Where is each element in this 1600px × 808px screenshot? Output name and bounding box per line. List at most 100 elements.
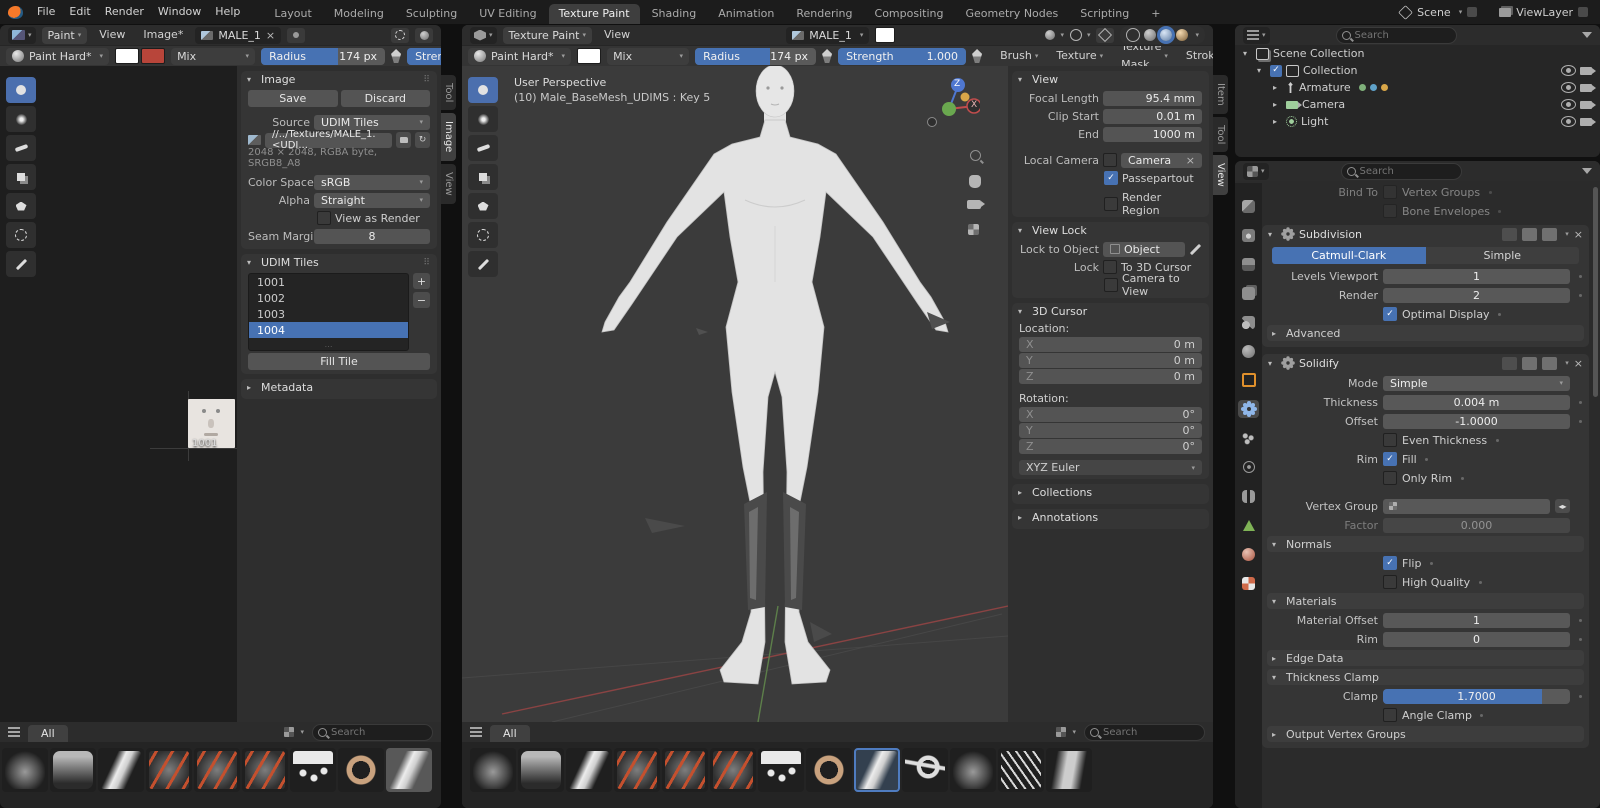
optimal-display-checkbox[interactable]: ✓ — [1383, 307, 1397, 321]
hide-viewport-icon[interactable] — [1561, 82, 1576, 93]
add-workspace-button[interactable]: + — [1141, 4, 1170, 24]
catmull-clark-button[interactable]: Catmull-Clark — [1272, 247, 1426, 264]
editor-type-dropdown[interactable]: ▾ — [470, 27, 497, 44]
fill-tool-button[interactable] — [6, 193, 36, 219]
brush-thumbnail[interactable] — [1046, 748, 1092, 792]
new-viewlayer-icon[interactable] — [1578, 7, 1588, 17]
workspace-tab-scripting[interactable]: Scripting — [1070, 4, 1139, 24]
mask-mode-icon[interactable] — [391, 28, 409, 43]
brush-thumbnail[interactable] — [98, 748, 144, 792]
advanced-subpanel-header[interactable]: ▸ Advanced — [1267, 325, 1584, 341]
shading-rendered-button[interactable] — [1176, 29, 1188, 41]
metadata-panel-header[interactable]: ▸ Metadata — [241, 379, 437, 396]
zoom-tool-icon[interactable] — [970, 150, 981, 161]
seam-margin-field[interactable]: 8 — [314, 229, 430, 244]
discard-button[interactable]: Discard — [341, 90, 431, 107]
image-view-menu[interactable]: View — [93, 26, 131, 44]
brush-thumbnail[interactable] — [998, 748, 1044, 792]
hide-viewport-icon[interactable] — [1561, 116, 1576, 127]
collections-panel-header[interactable]: ▸ Collections — [1012, 484, 1209, 501]
rim-fill-checkbox[interactable]: ✓ — [1383, 452, 1397, 466]
image-panel-header[interactable]: ▾ Image ⠿ — [241, 71, 437, 88]
outliner-row-scene-collection[interactable]: ▾ Scene Collection — [1235, 45, 1600, 62]
image-datablock[interactable]: MALE_1 × — [195, 27, 281, 44]
local-camera-field[interactable]: Camera × — [1121, 153, 1202, 168]
viewport-canvas[interactable]: User Perspective (10) Male_BaseMesh_UDIM… — [462, 66, 1008, 722]
secondary-color-swatch[interactable] — [141, 48, 165, 64]
viewlayer-selector[interactable]: ViewLayer — [1499, 6, 1588, 19]
workspace-tab-geometry-nodes[interactable]: Geometry Nodes — [955, 4, 1068, 24]
invert-vertex-group-button[interactable]: ◂▸ — [1555, 499, 1570, 513]
brush-menu[interactable]: Brush▾ — [994, 47, 1044, 65]
xray-toggle[interactable] — [1096, 28, 1114, 43]
thickness-clamp-subpanel-header[interactable]: ▾ Thickness Clamp — [1267, 669, 1584, 685]
shelf-search-input[interactable] — [312, 724, 433, 741]
editor-type-dropdown[interactable]: ▾ — [8, 27, 36, 44]
clone-tool-button[interactable] — [6, 164, 36, 190]
texture-slot-selector[interactable]: MALE_1 ▾ — [786, 27, 869, 44]
workspace-tab-modeling[interactable]: Modeling — [324, 4, 394, 24]
sidebar-tab-view[interactable]: View — [1213, 155, 1228, 195]
filter-icon[interactable] — [1582, 32, 1592, 38]
overlays-dropdown[interactable]: ▾ — [1070, 29, 1091, 41]
offset-field[interactable]: -1.0000 — [1383, 414, 1570, 429]
filter-icon[interactable] — [1582, 168, 1592, 174]
lock-object-field[interactable]: Object — [1103, 242, 1185, 257]
disable-render-icon[interactable] — [1580, 118, 1592, 126]
brush-thumbnail[interactable] — [470, 748, 516, 792]
texture-mask-menu[interactable]: Texture Mask▾ — [1115, 47, 1174, 65]
vertex-group-field[interactable] — [1383, 499, 1550, 514]
radius-pressure-icon[interactable] — [391, 49, 401, 63]
draw-tool-button[interactable] — [468, 77, 498, 103]
display-mode-dropdown[interactable]: ▾ — [1056, 727, 1076, 737]
color-space-dropdown[interactable]: sRGB ▾ — [314, 175, 430, 190]
realtime-toggle[interactable] — [1522, 228, 1537, 241]
brush-thumbnail[interactable] — [290, 748, 336, 792]
mode-dropdown[interactable]: Simple ▾ — [1383, 376, 1570, 391]
simple-button[interactable]: Simple — [1426, 247, 1580, 264]
annotate-tool-button[interactable] — [468, 251, 498, 277]
filepath-field[interactable]: //../Textures/MALE_1.<UDI... — [265, 133, 392, 148]
smear-tool-button[interactable] — [6, 135, 36, 161]
blend-mode-dropdown[interactable]: Mix ▾ — [171, 48, 255, 65]
fill-tile-button[interactable]: Fill Tile — [248, 353, 430, 370]
tab-world[interactable] — [1238, 342, 1259, 360]
workspace-tab-texture-paint[interactable]: Texture Paint — [549, 4, 640, 24]
output-vertex-groups-subpanel-header[interactable]: ▸ Output Vertex Groups — [1267, 726, 1584, 742]
shelf-search-input[interactable] — [1084, 724, 1205, 741]
shelf-search[interactable] — [1084, 724, 1205, 741]
viewport-view-menu[interactable]: View — [598, 26, 636, 44]
scene-selector[interactable]: Scene ▾ — [1399, 6, 1477, 19]
sidebar-tab-view[interactable]: View — [441, 164, 456, 204]
blend-mode-dropdown[interactable]: Mix ▾ — [607, 48, 689, 65]
solidify-header[interactable]: ▾ Solidify ▾ × — [1262, 354, 1589, 372]
hide-viewport-icon[interactable] — [1561, 65, 1576, 76]
remove-tile-button[interactable]: − — [413, 292, 430, 308]
drag-grip-icon[interactable]: ⠿ — [423, 258, 431, 268]
clip-end-field[interactable]: 1000 m — [1103, 127, 1202, 142]
paint-color-swatch[interactable] — [875, 27, 895, 43]
local-camera-checkbox[interactable] — [1103, 153, 1117, 167]
toggle-ortho-icon[interactable] — [968, 224, 979, 235]
brush-thumbnail[interactable] — [194, 748, 240, 792]
tab-tool[interactable] — [1238, 197, 1259, 215]
eyedropper-icon[interactable] — [1190, 243, 1201, 254]
shading-wireframe-button[interactable] — [1126, 28, 1140, 42]
vertex-groups-checkbox[interactable] — [1383, 185, 1397, 199]
rotation-order-dropdown[interactable]: XYZ Euler ▾ — [1019, 460, 1202, 475]
paint-color-swatch[interactable] — [577, 48, 601, 64]
new-scene-icon[interactable] — [1467, 7, 1477, 17]
extras-dropdown[interactable]: ▾ — [1565, 359, 1569, 367]
overlay-toggle-icon[interactable] — [415, 28, 433, 43]
tab-output[interactable] — [1238, 255, 1259, 273]
udim-tile-row[interactable]: 1002 — [249, 290, 408, 306]
view-lock-panel-header[interactable]: ▾ View Lock — [1012, 222, 1209, 239]
focal-length-field[interactable]: 95.4 mm — [1103, 91, 1202, 106]
workspace-tab-animation[interactable]: Animation — [708, 4, 784, 24]
materials-subpanel-header[interactable]: ▾ Materials — [1267, 593, 1584, 609]
shelf-tab-all[interactable]: All — [490, 725, 530, 742]
mask-tool-button[interactable] — [468, 222, 498, 248]
sidebar-tab-tool[interactable]: Tool — [441, 75, 456, 110]
view-as-render-checkbox[interactable] — [317, 211, 331, 225]
drag-grip-icon[interactable]: ⠿ — [423, 75, 431, 85]
